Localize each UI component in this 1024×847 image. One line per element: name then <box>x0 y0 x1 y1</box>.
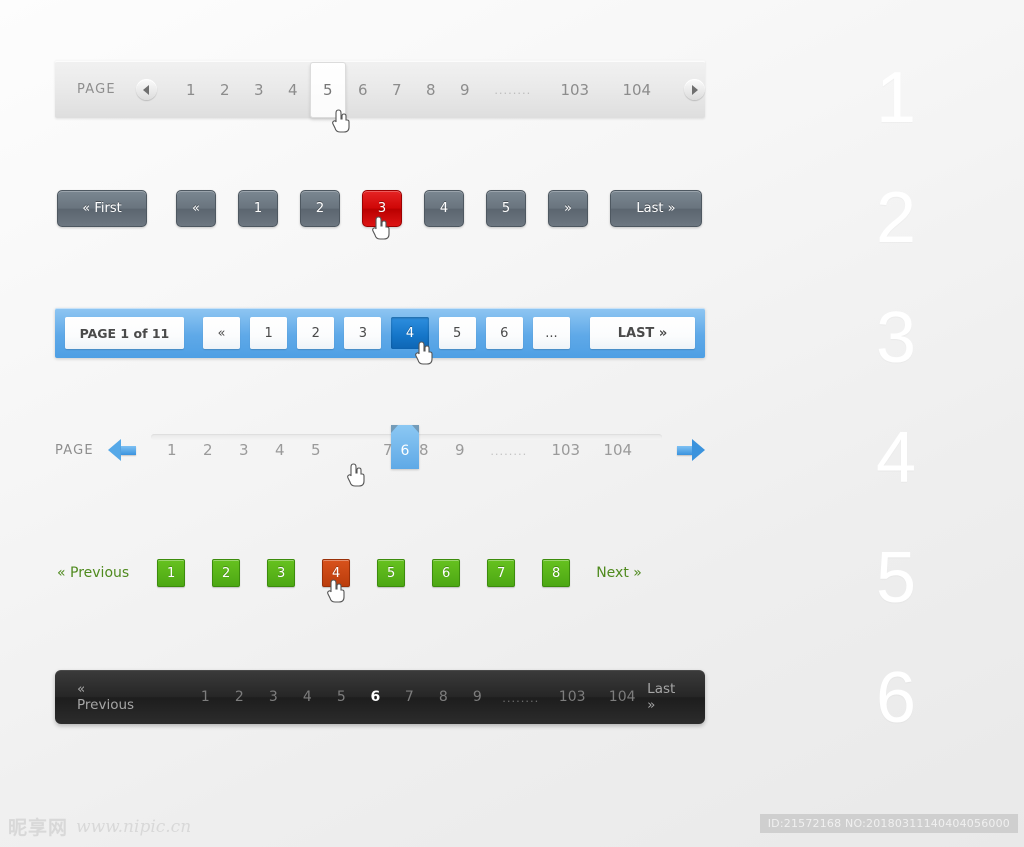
page-link-103[interactable]: 103 <box>544 81 606 99</box>
page-link-1[interactable]: 1 <box>238 189 278 227</box>
page-status-label[interactable]: PAGE 1 of 11 <box>65 317 184 349</box>
page-link-active[interactable]: 4 <box>322 559 351 587</box>
page-link-8[interactable]: 8 <box>414 81 448 99</box>
page-link-2[interactable]: 2 <box>222 689 256 705</box>
section-marker-1: 1 <box>875 58 916 138</box>
page-link-2[interactable]: 2 <box>212 559 241 587</box>
page-link-active[interactable]: 5 <box>309 61 346 118</box>
page-link-3[interactable]: 3 <box>267 559 296 587</box>
previous-link[interactable]: « Previous <box>57 565 129 581</box>
page-link-104[interactable]: 104 <box>606 81 668 99</box>
page-link-1[interactable]: 1 <box>154 441 190 459</box>
page-link-3[interactable]: 3 <box>242 81 276 99</box>
page-link-8[interactable]: 8 <box>542 559 571 587</box>
page-label: PAGE <box>77 82 116 97</box>
page-link-2[interactable]: 2 <box>208 81 242 99</box>
page-ellipsis: ........ <box>494 82 532 97</box>
page-link-4[interactable]: 4 <box>276 81 310 99</box>
page-link-5[interactable]: 5 <box>438 317 476 349</box>
page-link-5[interactable]: 5 <box>377 559 406 587</box>
prev-page-button[interactable]: « <box>176 189 216 227</box>
prev-page-button[interactable] <box>135 79 157 100</box>
pagination-bar-5: « Previous 1 2 3 4 5 6 7 8 Next » <box>57 555 707 591</box>
next-page-button[interactable] <box>684 79 705 100</box>
next-page-button[interactable]: » <box>548 189 588 227</box>
page-link-active[interactable]: 4 <box>391 317 429 349</box>
page-link-8[interactable]: 8 <box>426 689 460 705</box>
prev-page-button[interactable]: « <box>202 317 241 349</box>
page-link-5[interactable]: 5 <box>486 189 526 227</box>
image-id-badge: ID:21572168 NO:20180311140404056000 <box>759 814 1018 833</box>
nipic-logo: 昵享网 www.nipic.cn <box>8 813 191 840</box>
blue-right-arrow-icon <box>692 439 705 461</box>
page-link-active[interactable]: 6 <box>358 689 392 705</box>
pagination-bar-6: « Previous 1 2 3 4 5 6 7 8 9 ........ 10… <box>55 670 705 724</box>
page-link-1[interactable]: 1 <box>188 689 222 705</box>
footer-watermark-bar: 昵享网 www.nipic.cn ID:21572168 NO:20180311… <box>0 805 1024 847</box>
page-link-7[interactable]: 7 <box>370 441 406 459</box>
arrow-shaft <box>677 446 692 455</box>
pagination-bar-1: PAGE 1 2 3 4 5 6 7 8 9 ........ 103 104 <box>55 60 705 118</box>
page-link-4[interactable]: 4 <box>290 689 324 705</box>
arrow-shaft <box>120 446 136 455</box>
page-link-1[interactable]: 1 <box>157 559 186 587</box>
page-link-6[interactable]: 6 <box>485 317 523 349</box>
logo-url: www.nipic.cn <box>76 816 192 837</box>
blue-left-arrow-icon <box>107 439 121 461</box>
page-link-1[interactable]: 1 <box>174 81 208 99</box>
page-link-4[interactable]: 4 <box>262 441 298 459</box>
page-link-104[interactable]: 104 <box>592 441 644 459</box>
page-link-5[interactable]: 5 <box>324 689 358 705</box>
page-link-7[interactable]: 7 <box>380 81 414 99</box>
page-link-2[interactable]: 2 <box>297 317 335 349</box>
page-link-9[interactable]: 9 <box>448 81 482 99</box>
page-link-1[interactable]: 1 <box>250 317 288 349</box>
page-ellipsis: ........ <box>490 442 528 458</box>
last-page-button[interactable]: LAST » <box>590 317 695 349</box>
page-link-7[interactable]: 7 <box>392 689 426 705</box>
page-ellipsis-button[interactable]: ... <box>532 317 570 349</box>
page-link-3[interactable]: 3 <box>256 689 290 705</box>
last-link[interactable]: Last » <box>647 681 683 713</box>
page-link-9[interactable]: 9 <box>442 441 478 459</box>
section-marker-5: 5 <box>875 538 916 618</box>
page-link-2[interactable]: 2 <box>190 441 226 459</box>
page-link-104[interactable]: 104 <box>597 689 647 705</box>
last-page-button[interactable]: Last » <box>610 189 702 227</box>
page-label: PAGE <box>55 442 94 458</box>
page-link-4[interactable]: 4 <box>424 189 464 227</box>
next-link[interactable]: Next » <box>596 565 642 581</box>
pagination-bar-3: PAGE 1 of 11 « 1 2 3 4 5 6 ... LAST » <box>55 308 705 358</box>
page-link-3[interactable]: 3 <box>344 317 382 349</box>
page-link-active[interactable]: 3 <box>362 189 402 227</box>
prev-page-button[interactable] <box>107 439 138 461</box>
section-marker-2: 2 <box>875 178 916 258</box>
page-link-103[interactable]: 103 <box>547 689 597 705</box>
page-link-7[interactable]: 7 <box>487 559 516 587</box>
pagination-bar-4: 6 PAGE 1 2 3 4 5 6 7 8 9 ........ 103 10… <box>55 425 705 481</box>
pagination-bar-2: « First « 1 2 3 4 5 » Last » <box>57 188 705 228</box>
page-link-6[interactable]: 6 <box>432 559 461 587</box>
page-link-5[interactable]: 5 <box>298 441 334 459</box>
section-marker-3: 3 <box>875 298 916 378</box>
circle-left-arrow-icon <box>143 84 150 95</box>
page-link-103[interactable]: 103 <box>540 441 592 459</box>
page-ellipsis: ........ <box>502 689 540 705</box>
page-link-6[interactable]: 6 <box>346 81 380 99</box>
circle-right-arrow-icon <box>691 84 698 95</box>
page-link-3[interactable]: 3 <box>226 441 262 459</box>
page-link-9[interactable]: 9 <box>460 689 494 705</box>
section-marker-4: 4 <box>875 418 916 498</box>
page-link-8[interactable]: 8 <box>406 441 442 459</box>
first-page-button[interactable]: « First <box>57 189 147 227</box>
previous-link[interactable]: « Previous <box>77 681 138 713</box>
page-link-2[interactable]: 2 <box>300 189 340 227</box>
section-marker-6: 6 <box>875 658 916 738</box>
next-page-button[interactable] <box>675 439 705 461</box>
logo-text-cn: 昵享网 <box>8 817 69 839</box>
